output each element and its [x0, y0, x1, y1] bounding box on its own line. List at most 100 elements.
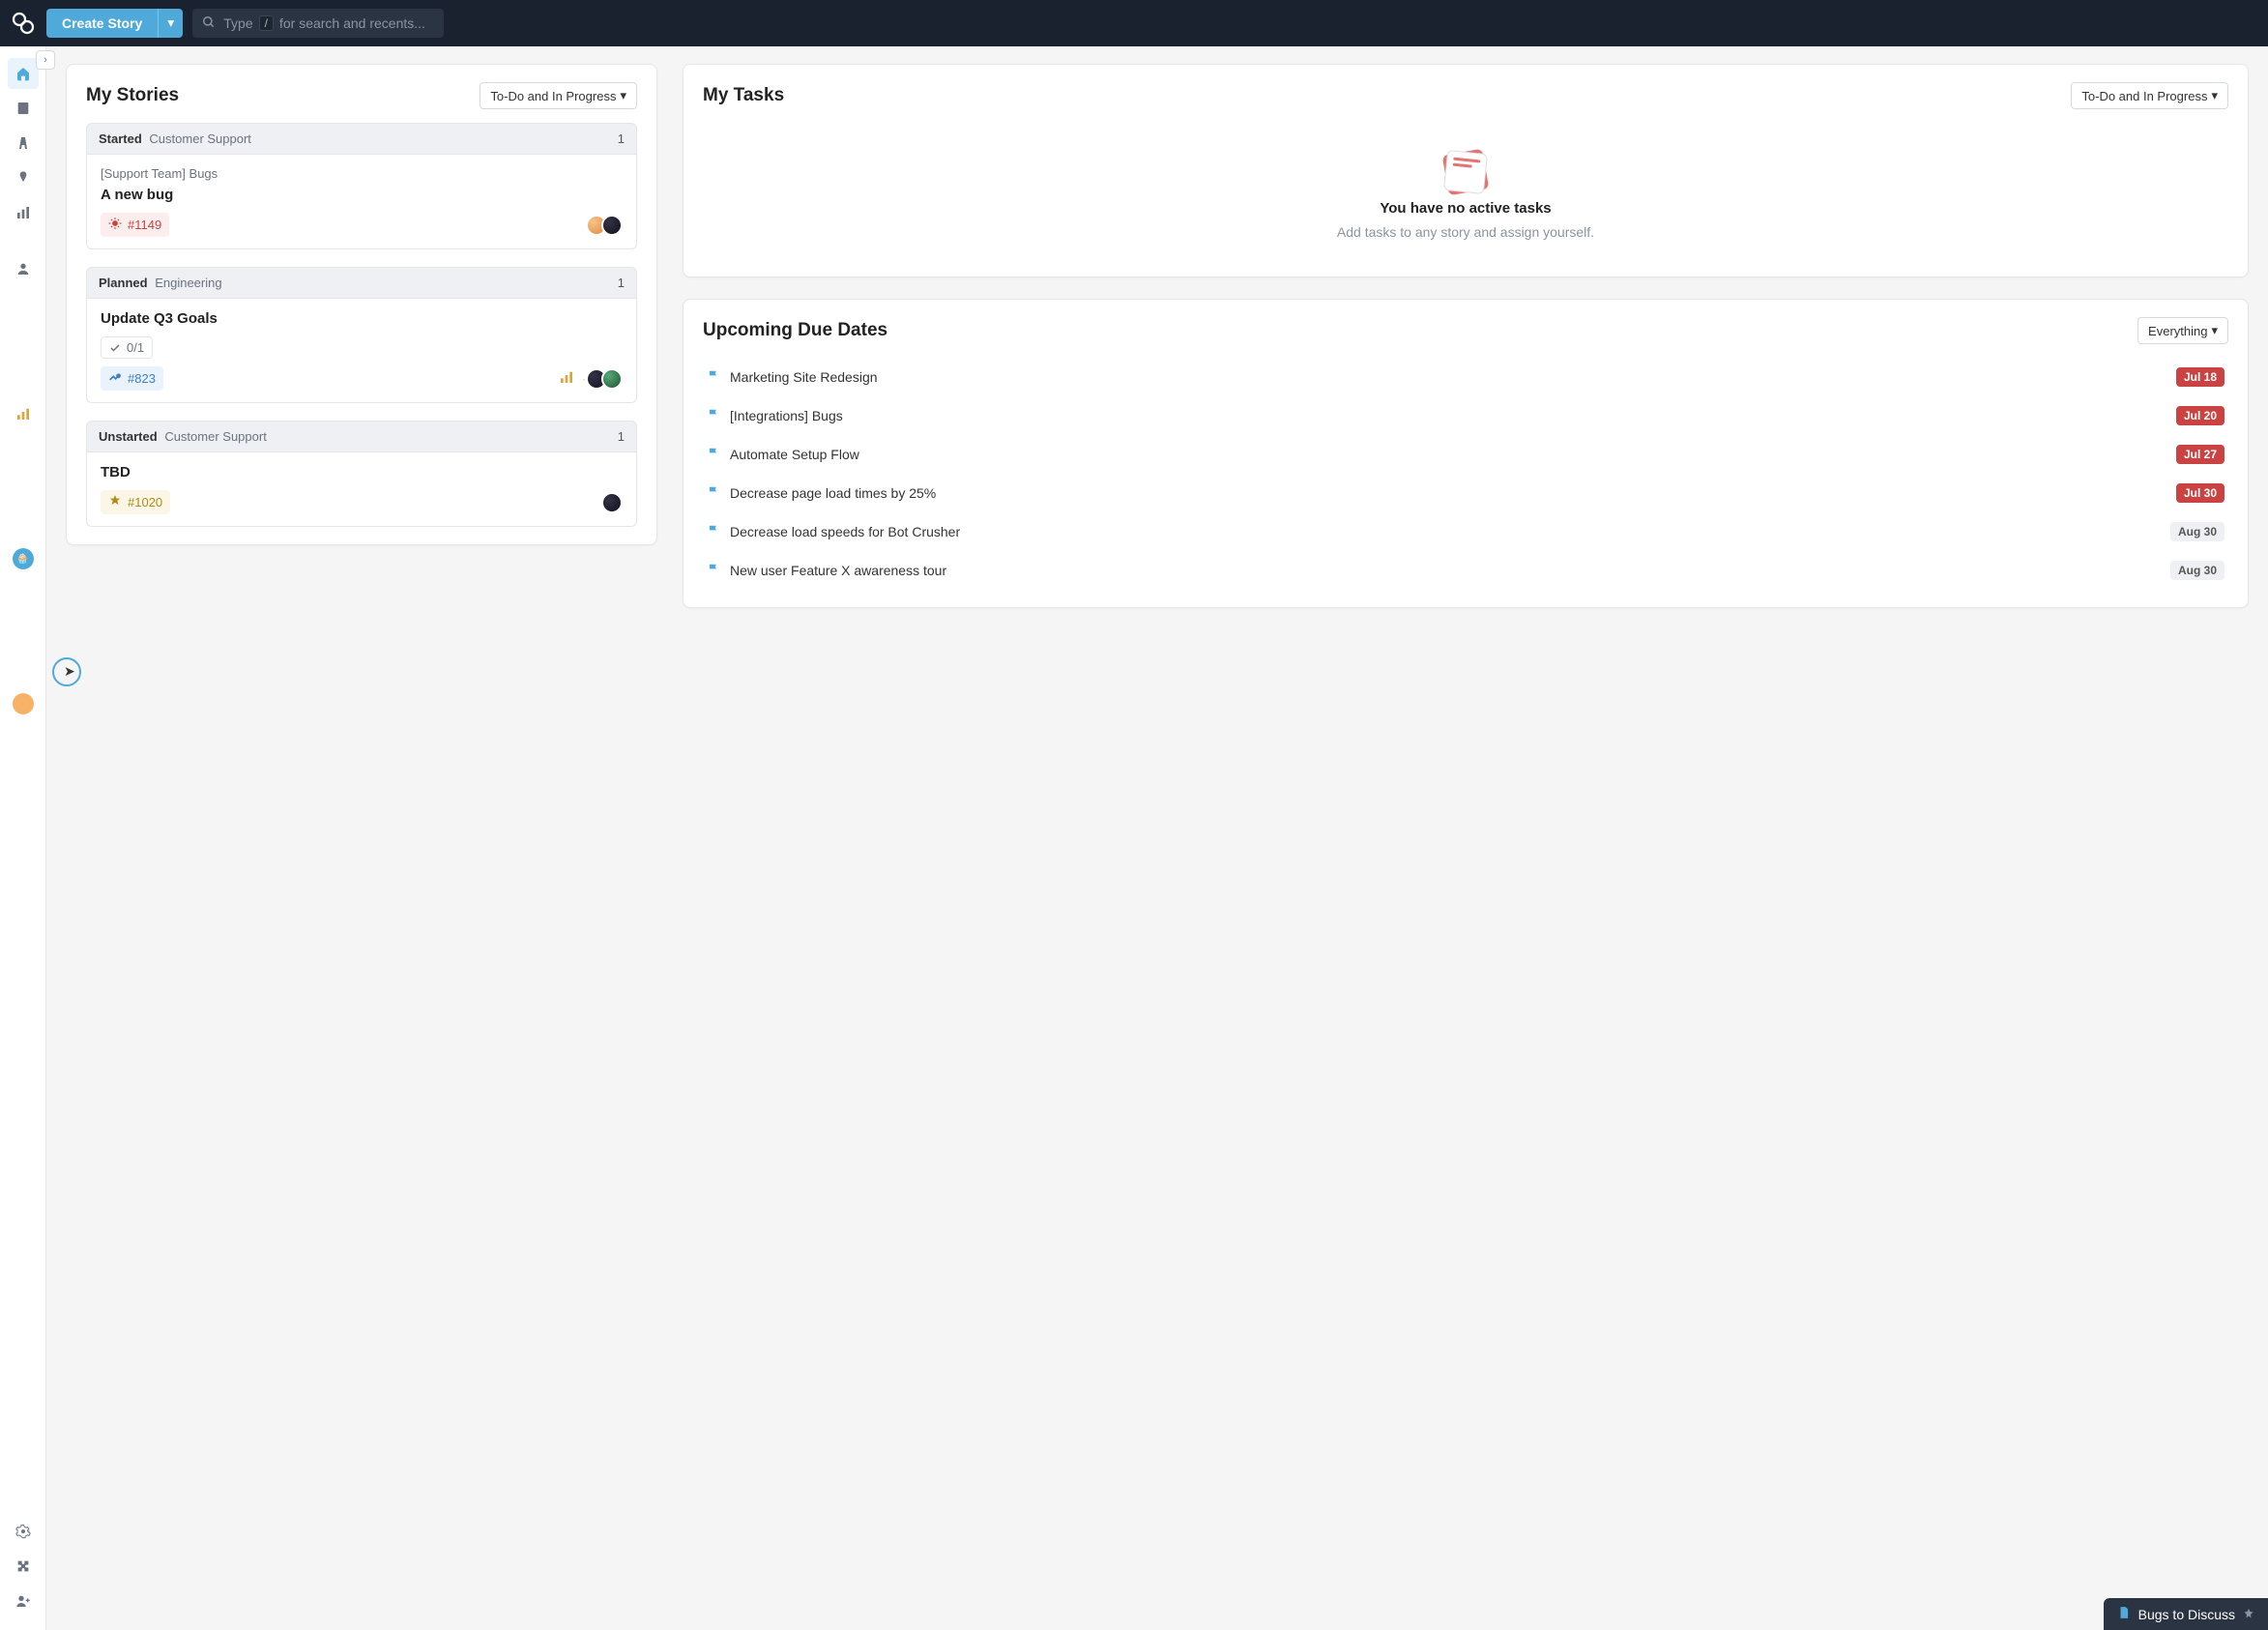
road-icon	[15, 135, 31, 151]
story-group-header[interactable]: Unstarted Customer Support 1	[86, 421, 637, 452]
due-dates-filter[interactable]: Everything ▾	[2137, 317, 2228, 344]
story-card[interactable]: Update Q3 Goals 0/1 #823 ·	[86, 299, 637, 403]
story-title: TBD	[101, 464, 623, 480]
story-title: A new bug	[101, 187, 623, 203]
book-icon	[15, 101, 31, 116]
pinned-doc-tab[interactable]: Bugs to Discuss	[2104, 1598, 2268, 1630]
group-state: Planned	[99, 276, 148, 290]
story-card[interactable]: [Support Team] Bugs A new bug #1149	[86, 155, 637, 249]
group-state: Unstarted	[99, 429, 158, 444]
due-item-title: Marketing Site Redesign	[730, 369, 878, 385]
pin-icon	[15, 170, 31, 186]
flag-icon	[707, 408, 720, 424]
story-id: #1020	[128, 495, 162, 509]
flag-icon	[707, 369, 720, 386]
sidebar-item-integrations[interactable]	[8, 1551, 39, 1582]
my-tasks-panel: My Tasks To-Do and In Progress ▾ You hav…	[683, 64, 2249, 277]
sidebar-item-invite[interactable]	[8, 1586, 39, 1616]
chevron-right-icon: ›	[44, 54, 47, 66]
story-owners[interactable]	[592, 368, 623, 390]
group-count: 1	[618, 276, 625, 290]
create-story-dropdown[interactable]: ▾	[158, 9, 183, 38]
story-id: #1149	[128, 218, 161, 232]
due-date-item[interactable]: Decrease load speeds for Bot Crusher Aug…	[703, 512, 2228, 551]
owner-avatar	[601, 215, 623, 236]
chart-icon	[15, 205, 31, 220]
caret-down-icon: ▾	[2211, 323, 2218, 338]
create-story-button[interactable]: Create Story	[46, 9, 158, 38]
story-card[interactable]: TBD #1020	[86, 452, 637, 527]
expand-sidebar-button[interactable]: ›	[36, 50, 55, 70]
caret-down-icon: ▾	[2211, 88, 2218, 103]
flag-icon	[707, 524, 720, 540]
slash-key-hint: /	[259, 15, 274, 31]
feature-icon	[108, 494, 122, 510]
main-content: My Stories To-Do and In Progress ▾ Start…	[46, 46, 2268, 1630]
workspace-icon: 🧁	[13, 548, 34, 569]
bug-icon	[108, 217, 122, 233]
story-id-badge[interactable]: #823	[101, 366, 163, 391]
my-tasks-title: My Tasks	[703, 85, 784, 106]
story-id-badge[interactable]: #1149	[101, 213, 169, 237]
puzzle-icon	[15, 1558, 31, 1574]
story-group-header[interactable]: Started Customer Support 1	[86, 123, 637, 155]
sidebar-item-workspace[interactable]: 🧁	[8, 543, 39, 574]
group-state: Started	[99, 131, 142, 146]
due-date-item[interactable]: New user Feature X awareness tour Aug 30	[703, 551, 2228, 590]
search-placeholder: Type / for search and recents...	[223, 15, 425, 31]
due-item-title: New user Feature X awareness tour	[730, 563, 946, 578]
due-dates-title: Upcoming Due Dates	[703, 320, 887, 341]
story-owners[interactable]	[592, 215, 623, 236]
chore-icon	[108, 370, 122, 387]
due-date-pill: Jul 20	[2176, 406, 2224, 425]
sidebar-item-settings[interactable]	[8, 1516, 39, 1547]
due-date-pill: Aug 30	[2170, 522, 2224, 541]
search-icon	[202, 15, 216, 32]
story-group: Unstarted Customer Support 1TBD #1020	[86, 421, 637, 527]
story-title: Update Q3 Goals	[101, 310, 623, 327]
check-icon	[109, 342, 121, 354]
bars-icon	[15, 406, 31, 422]
due-date-item[interactable]: [Integrations] Bugs Jul 20	[703, 396, 2228, 435]
story-group: Planned Engineering 1Update Q3 Goals 0/1…	[86, 267, 637, 403]
sidebar-item-user[interactable]	[8, 688, 39, 719]
sidebar-item-roadmap[interactable]	[8, 128, 39, 159]
due-date-pill: Jul 18	[2176, 367, 2224, 387]
sidebar-item-home[interactable]	[8, 58, 39, 89]
due-item-title: [Integrations] Bugs	[730, 408, 843, 423]
my-stories-filter[interactable]: To-Do and In Progress ▾	[480, 82, 637, 109]
my-stories-panel: My Stories To-Do and In Progress ▾ Start…	[66, 64, 657, 545]
sidebar-item-stories[interactable]	[8, 93, 39, 124]
due-date-pill: Aug 30	[2170, 561, 2224, 580]
story-id-badge[interactable]: #1020	[101, 490, 170, 514]
due-date-item[interactable]: Decrease page load times by 25% Jul 30	[703, 474, 2228, 512]
sidebar-item-team[interactable]	[8, 253, 39, 284]
my-tasks-filter[interactable]: To-Do and In Progress ▾	[2071, 82, 2228, 109]
story-epic: [Support Team] Bugs	[101, 166, 623, 181]
due-item-title: Decrease load speeds for Bot Crusher	[730, 524, 960, 539]
caret-down-icon: ▾	[620, 88, 626, 103]
owner-avatar	[601, 492, 623, 513]
priority-icon	[559, 369, 574, 388]
caret-down-icon: ▾	[167, 15, 174, 31]
story-group-header[interactable]: Planned Engineering 1	[86, 267, 637, 299]
due-date-item[interactable]: Automate Setup Flow Jul 27	[703, 435, 2228, 474]
group-workflow: Engineering	[155, 276, 221, 290]
sidebar-item-milestones[interactable]	[8, 162, 39, 193]
due-date-item[interactable]: Marketing Site Redesign Jul 18	[703, 358, 2228, 396]
group-count: 1	[618, 429, 625, 444]
group-count: 1	[618, 131, 625, 146]
user-avatar-icon	[13, 693, 34, 714]
search-input[interactable]: Type / for search and recents...	[192, 9, 444, 38]
flag-icon	[707, 563, 720, 579]
sidebar-item-reports[interactable]	[8, 197, 39, 228]
due-date-pill: Jul 30	[2176, 483, 2224, 503]
sidebar-item-activity[interactable]	[8, 398, 39, 429]
tasks-empty-subtitle: Add tasks to any story and assign yourse…	[1337, 224, 1594, 240]
app-logo[interactable]	[10, 10, 37, 37]
due-date-pill: Jul 27	[2176, 445, 2224, 464]
story-owners[interactable]	[607, 492, 623, 513]
due-dates-panel: Upcoming Due Dates Everything ▾ Marketin…	[683, 299, 2249, 608]
top-bar: Create Story ▾ Type / for search and rec…	[0, 0, 2268, 46]
due-item-title: Automate Setup Flow	[730, 447, 859, 462]
